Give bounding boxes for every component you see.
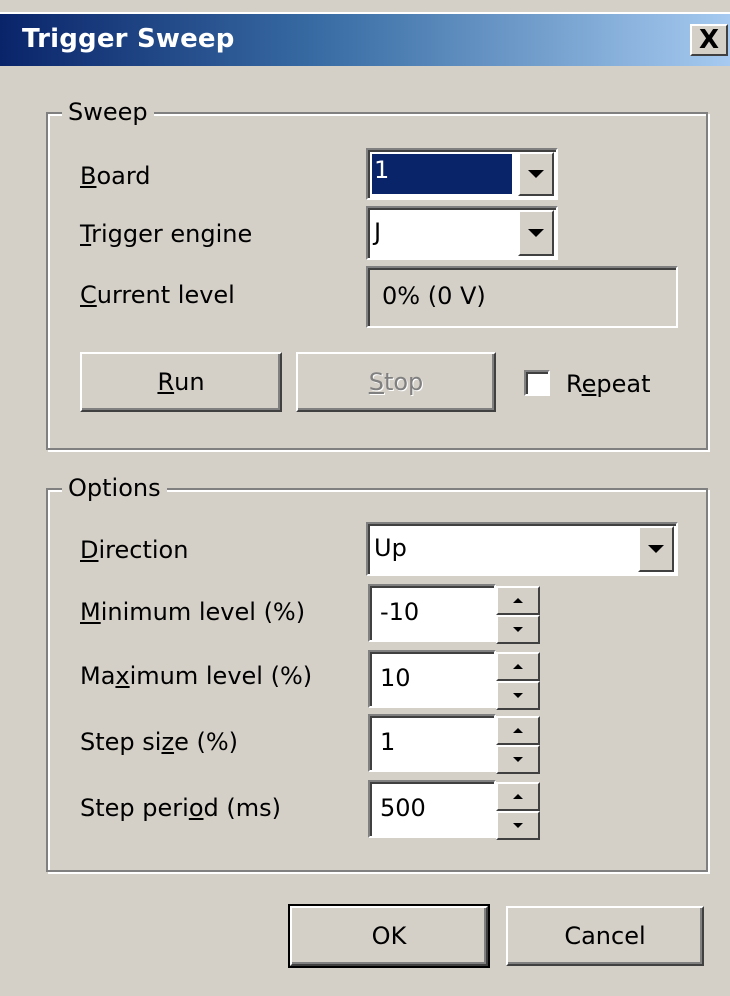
maximum-level-label: Maximum level (%) bbox=[80, 662, 313, 690]
maximum-level-up-button[interactable] bbox=[496, 652, 540, 681]
step-period-down-button[interactable] bbox=[496, 811, 540, 840]
cancel-button[interactable]: Cancel bbox=[506, 906, 704, 966]
minimum-level-label: Minimum level (%) bbox=[80, 598, 306, 626]
stop-button[interactable]: Stop bbox=[296, 352, 496, 412]
board-label: Board bbox=[80, 162, 151, 190]
current-level-value: 0% (0 V) bbox=[382, 282, 486, 310]
direction-select[interactable]: Up bbox=[366, 522, 678, 576]
arrow-down-icon bbox=[513, 757, 523, 762]
current-level-label: Current level bbox=[80, 281, 235, 309]
step-size-up-button[interactable] bbox=[496, 716, 540, 745]
minimum-level-input[interactable]: -10 bbox=[368, 584, 540, 644]
step-size-label: Step size (%) bbox=[80, 728, 238, 756]
close-icon: X bbox=[698, 25, 720, 55]
arrow-up-icon bbox=[513, 598, 523, 603]
chevron-down-icon bbox=[528, 170, 544, 178]
run-button[interactable]: Run bbox=[80, 352, 282, 412]
trigger-engine-value: J bbox=[374, 218, 382, 246]
direction-dropdown-button[interactable] bbox=[638, 526, 674, 572]
direction-value: Up bbox=[374, 534, 407, 562]
step-size-spinner bbox=[496, 716, 540, 774]
minimum-level-spinner bbox=[496, 586, 540, 644]
maximum-level-down-button[interactable] bbox=[496, 681, 540, 710]
arrow-up-icon bbox=[513, 794, 523, 799]
step-period-up-button[interactable] bbox=[496, 782, 540, 811]
trigger-sweep-dialog: Trigger Sweep X Sweep Board 1 Trigger en… bbox=[0, 0, 730, 996]
step-period-value: 500 bbox=[380, 794, 426, 822]
minimum-level-up-button[interactable] bbox=[496, 586, 540, 615]
minimum-level-down-button[interactable] bbox=[496, 615, 540, 644]
title-bar[interactable]: Trigger Sweep X bbox=[0, 12, 730, 66]
repeat-label: Repeat bbox=[566, 370, 651, 398]
chevron-down-icon bbox=[528, 229, 544, 237]
direction-label: Direction bbox=[80, 536, 189, 564]
trigger-engine-dropdown-button[interactable] bbox=[518, 210, 554, 256]
step-size-down-button[interactable] bbox=[496, 745, 540, 774]
board-value: 1 bbox=[372, 154, 512, 194]
arrow-up-icon bbox=[513, 728, 523, 733]
step-size-input[interactable]: 1 bbox=[368, 714, 540, 774]
maximum-level-spinner bbox=[496, 652, 540, 710]
board-dropdown-button[interactable] bbox=[518, 152, 554, 196]
ok-button[interactable]: OK bbox=[288, 904, 490, 968]
options-group-legend: Options bbox=[62, 474, 167, 502]
step-period-label: Step period (ms) bbox=[80, 794, 281, 822]
close-button[interactable]: X bbox=[690, 24, 728, 56]
board-select[interactable]: 1 bbox=[366, 148, 558, 200]
trigger-engine-label: Trigger engine bbox=[80, 220, 253, 248]
repeat-checkbox[interactable] bbox=[524, 370, 550, 396]
chevron-down-icon bbox=[648, 545, 664, 553]
arrow-up-icon bbox=[513, 664, 523, 669]
minimum-level-value: -10 bbox=[380, 598, 420, 626]
step-period-spinner bbox=[496, 782, 540, 840]
sweep-group-legend: Sweep bbox=[62, 98, 154, 126]
trigger-engine-select[interactable]: J bbox=[366, 206, 558, 260]
current-level-field: 0% (0 V) bbox=[366, 266, 678, 328]
arrow-down-icon bbox=[513, 693, 523, 698]
step-size-value: 1 bbox=[380, 728, 396, 756]
maximum-level-value: 10 bbox=[380, 664, 411, 692]
window-title: Trigger Sweep bbox=[22, 24, 235, 54]
step-period-input[interactable]: 500 bbox=[368, 780, 540, 840]
arrow-down-icon bbox=[513, 627, 523, 632]
arrow-down-icon bbox=[513, 823, 523, 828]
maximum-level-input[interactable]: 10 bbox=[368, 650, 540, 710]
